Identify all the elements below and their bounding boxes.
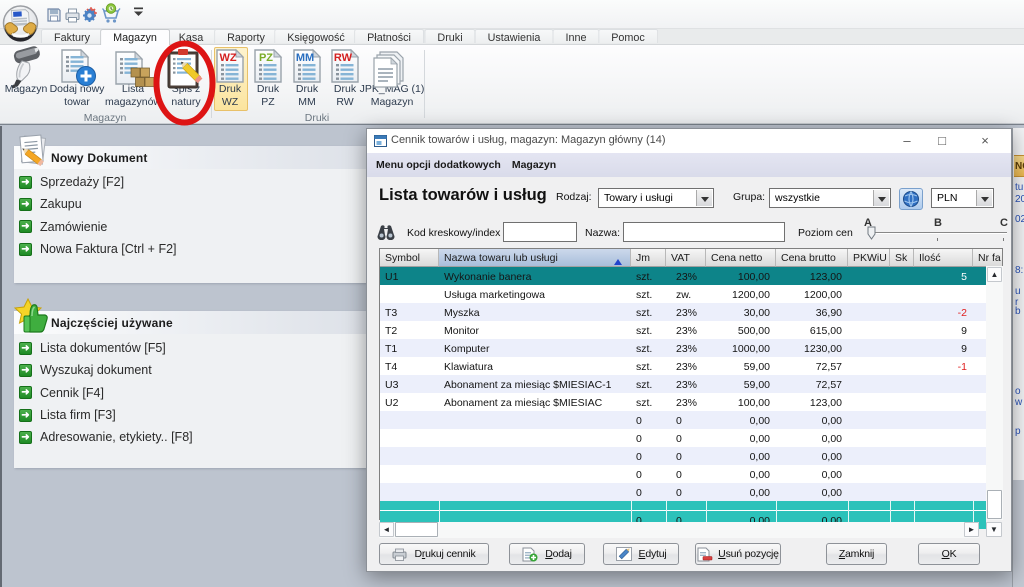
svg-text:PZ: PZ	[259, 52, 273, 64]
svg-text:MM: MM	[296, 52, 314, 64]
svg-text:WZ: WZ	[219, 52, 236, 64]
svg-text:RW: RW	[334, 52, 353, 64]
